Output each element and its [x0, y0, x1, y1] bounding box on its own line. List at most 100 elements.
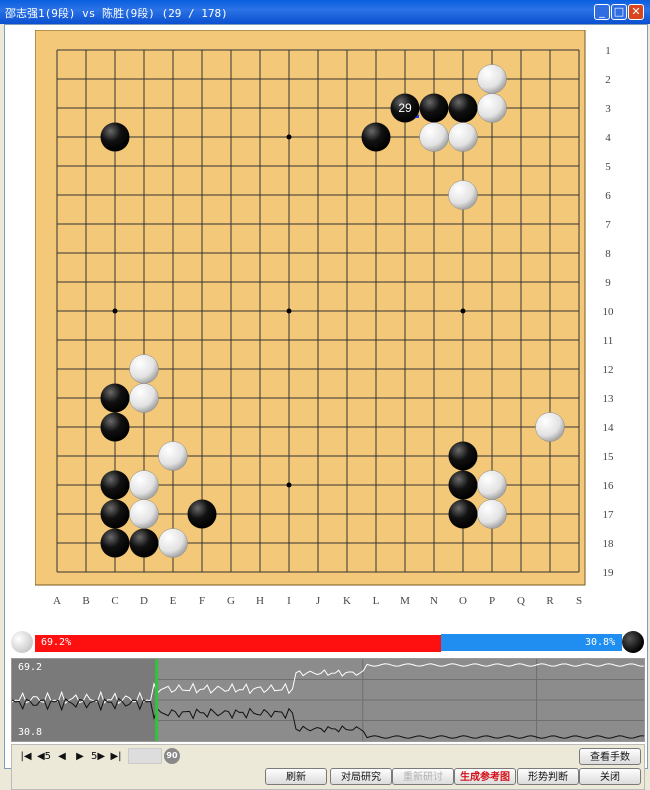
white-stone	[477, 499, 507, 529]
win-rate-plot	[12, 659, 644, 741]
black-stone	[187, 499, 217, 529]
white-stone	[129, 499, 159, 529]
black-stone	[100, 470, 130, 500]
black-win-percent: 30.8%	[585, 637, 616, 648]
col-label: D	[140, 595, 148, 607]
col-label: M	[400, 595, 410, 607]
black-stone	[100, 499, 130, 529]
white-stone	[535, 412, 565, 442]
white-stone	[477, 470, 507, 500]
move-badge: 90	[164, 748, 180, 764]
col-label: S	[576, 595, 582, 607]
black-stone	[448, 93, 478, 123]
go-board[interactable]: A B C D E F G H I J K L M N O P Q R S 1 2 3 4 5 6 7 8 9 10 11 12 13 14 15…	[35, 30, 643, 615]
white-stone	[129, 470, 159, 500]
last-move-button[interactable]: ▶|	[108, 750, 124, 764]
black-stone	[100, 528, 130, 558]
col-label: F	[199, 595, 205, 607]
white-win-percent: 69.2%	[41, 637, 72, 648]
black-stone	[100, 412, 130, 442]
star-point	[286, 482, 292, 488]
board-canvas[interactable]: A B C D E F G H I J K L M N O P Q R S123456789101112131415…	[35, 30, 643, 615]
row-label: 9	[605, 277, 611, 289]
row-label: 10	[603, 306, 615, 318]
black-stone	[448, 499, 478, 529]
row-label: 4	[605, 132, 611, 144]
white-stone	[419, 122, 449, 152]
row-label: 6	[605, 190, 611, 202]
black-stone	[100, 383, 130, 413]
back-button[interactable]: ◀	[54, 750, 70, 764]
white-stone	[129, 354, 159, 384]
star-point	[286, 134, 292, 140]
black-stone	[419, 93, 449, 123]
main-panel: A B C D E F G H I J K L M N O P Q R S 1 2 3 4 5 6 7 8 9 10 11 12 13 14 15…	[4, 24, 648, 790]
row-label: 15	[603, 451, 615, 463]
row-label: 13	[603, 393, 615, 405]
back-5-button[interactable]: ◀5	[36, 750, 52, 764]
white-stone	[477, 64, 507, 94]
close-window-button[interactable]: ✕	[628, 4, 644, 20]
row-label: 5	[605, 161, 611, 173]
col-label: L	[373, 595, 380, 607]
forward-button[interactable]: ▶	[72, 750, 88, 764]
black-stone	[448, 470, 478, 500]
row-label: 12	[603, 364, 614, 376]
white-stone-icon	[11, 631, 33, 653]
col-label: A	[53, 595, 61, 607]
col-label: Q	[517, 595, 525, 607]
black-stone	[361, 122, 391, 152]
star-point	[460, 308, 466, 314]
title-bar: 邵志强1(9段) vs 陈胜(9段) (29 / 178) _ □ ✕	[0, 0, 650, 24]
white-stone	[158, 441, 188, 471]
row-label: 11	[603, 335, 614, 347]
col-label: N	[430, 595, 438, 607]
col-label: G	[227, 595, 235, 607]
col-label: J	[316, 595, 321, 607]
row-label: 2	[605, 74, 611, 86]
forward-5-button[interactable]: 5▶	[90, 750, 106, 764]
col-label: C	[111, 595, 118, 607]
move-slider[interactable]	[128, 748, 162, 764]
row-label: 17	[603, 509, 615, 521]
black-stone	[100, 122, 130, 152]
control-panel: |◀ ◀5 ◀ ▶ 5▶ ▶| 90 查看手数 刷新 对局研究 重新研讨 生成参…	[11, 744, 645, 790]
view-moves-button[interactable]: 查看手数	[579, 748, 641, 765]
black-stone	[448, 441, 478, 471]
win-rate-graph[interactable]: 69.2 30.8	[11, 658, 645, 742]
score-bar: 69.2% 30.8%	[11, 630, 647, 654]
graph-top-label: 69.2	[18, 662, 43, 673]
minimize-button[interactable]: _	[594, 4, 610, 20]
col-label: I	[287, 595, 291, 607]
white-stone	[158, 528, 188, 558]
row-label: 18	[603, 538, 615, 550]
col-label: E	[170, 595, 177, 607]
col-label: P	[489, 595, 495, 607]
star-point	[286, 308, 292, 314]
white-stone	[129, 383, 159, 413]
black-stone	[129, 528, 159, 558]
star-point	[112, 308, 118, 314]
window-title: 邵志强1(9段) vs 陈胜(9段) (29 / 178)	[5, 7, 228, 20]
row-label: 3	[605, 103, 611, 115]
col-label: H	[256, 595, 264, 607]
maximize-button[interactable]: □	[611, 4, 627, 20]
row-label: 7	[605, 219, 611, 231]
row-label: 8	[605, 248, 611, 260]
white-stone	[448, 180, 478, 210]
col-label: O	[459, 595, 467, 607]
row-label: 1	[605, 45, 611, 57]
black-stone-icon	[622, 631, 644, 653]
white-stone	[448, 122, 478, 152]
last-move-number: 29	[398, 101, 412, 115]
first-move-button[interactable]: |◀	[18, 750, 34, 764]
white-stone	[477, 93, 507, 123]
graph-bottom-label: 30.8	[18, 727, 43, 738]
row-label: 16	[603, 480, 615, 492]
col-label: K	[343, 595, 351, 607]
col-label: B	[82, 595, 89, 607]
row-label: 14	[603, 422, 615, 434]
white-win-bar	[35, 634, 442, 652]
row-label: 19	[603, 567, 615, 579]
col-label: R	[546, 595, 554, 607]
